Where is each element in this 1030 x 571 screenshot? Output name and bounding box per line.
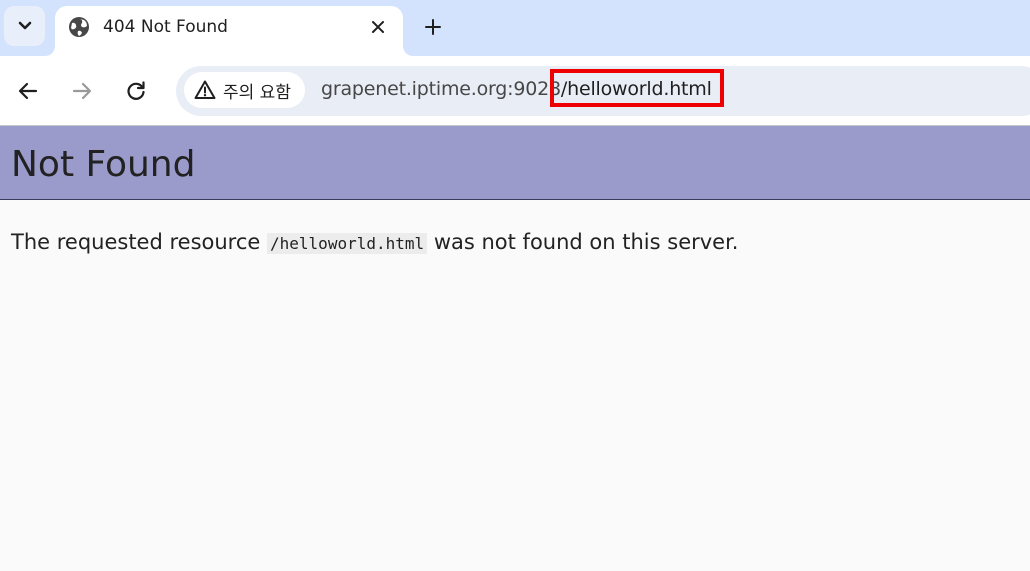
security-chip[interactable]: 주의 요함: [184, 72, 305, 108]
globe-icon: [68, 16, 90, 38]
address-bar[interactable]: 주의 요함 grapenet.iptime.org:9028/helloworl…: [176, 66, 1030, 116]
tab-title: 404 Not Found: [103, 17, 228, 37]
tab-strip: 404 Not Found: [0, 0, 1030, 56]
arrow-left-icon: [18, 82, 38, 100]
tab-active[interactable]: 404 Not Found: [45, 6, 413, 56]
url-path: /helloworld.html: [560, 78, 712, 100]
new-tab-button[interactable]: [418, 12, 448, 42]
chevron-down-icon: [18, 21, 31, 30]
url-host: grapenet.iptime.org:9028: [321, 78, 561, 100]
forward-button[interactable]: [64, 73, 100, 109]
reload-icon: [127, 81, 145, 100]
warning-icon: [194, 79, 216, 101]
tab-close-button[interactable]: [367, 16, 389, 38]
arrow-right-icon: [72, 82, 92, 100]
tab-flare-left: [45, 46, 55, 56]
toolbar: 주의 요함 grapenet.iptime.org:9028/helloworl…: [0, 56, 1030, 126]
security-chip-label: 주의 요함: [223, 82, 291, 103]
message-suffix: was not found on this server.: [433, 230, 739, 254]
resource-path: /helloworld.html: [267, 233, 428, 254]
plus-icon: [425, 19, 441, 35]
error-message: The requested resource /helloworld.html …: [11, 230, 738, 254]
page-header: Not Found: [0, 126, 1030, 200]
back-button[interactable]: [10, 73, 46, 109]
message-prefix: The requested resource: [11, 230, 261, 254]
tab-flare-right: [403, 46, 413, 56]
tab-search-button[interactable]: [4, 6, 45, 46]
page-body: The requested resource /helloworld.html …: [0, 200, 1030, 571]
reload-button[interactable]: [118, 73, 154, 109]
close-icon: [372, 21, 384, 33]
url-text[interactable]: grapenet.iptime.org:9028/helloworld.html: [321, 78, 712, 100]
page-title: Not Found: [11, 144, 196, 185]
